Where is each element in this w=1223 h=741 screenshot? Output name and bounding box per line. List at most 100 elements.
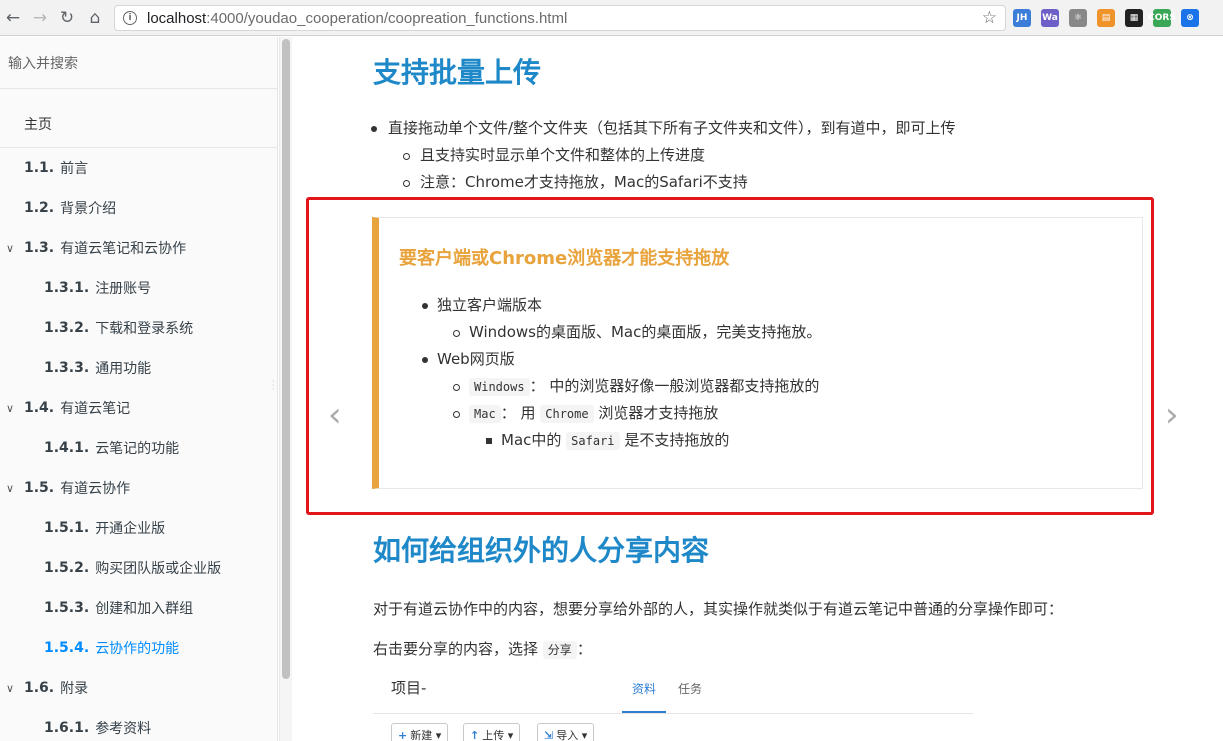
- feed-extension-icon[interactable]: ▤: [1097, 9, 1115, 27]
- sidebar-item-label: 有道云笔记: [60, 401, 131, 417]
- jh-extension-icon[interactable]: JH: [1013, 9, 1031, 27]
- import-icon: ⇲: [544, 728, 554, 741]
- new-button: + 新建 ▾: [391, 723, 449, 741]
- sidebar-item-number: 1.4.1.: [44, 440, 90, 456]
- list-item-text: 是不支持拖放的: [624, 431, 730, 449]
- sidebar-item-number: 1.2.: [24, 200, 55, 216]
- scrollbar-thumb[interactable]: [282, 39, 290, 679]
- sidebar-item-1-3[interactable]: ∨ 1.3. 有道云笔记和云协作: [0, 228, 277, 268]
- sidebar-item-1-3-2[interactable]: 1.3.2. 下载和登录系统: [0, 308, 277, 348]
- sidebar-item-label: 有道云协作: [60, 481, 131, 497]
- sidebar-item-number: 1.3.: [24, 240, 55, 256]
- browser-toolbar: ← → ↻ ⌂ i localhost :4000/youdao_coopera…: [0, 0, 1223, 36]
- sidebar: 输入并搜索 主页 1.1. 前言 1.2. 背景介绍 ∨ 1.3. 有道云笔记和云协作 1.3…: [0, 37, 278, 741]
- main-content: 支持批量上传 直接拖动单个文件/整个文件夹（包括其下所有子文件夹和文件），到有道…: [292, 37, 1223, 741]
- upload-button: ↑ 上传 ▾: [463, 723, 521, 741]
- paragraph-text: 右击要分享的内容，选择: [373, 640, 539, 658]
- embedded-screenshot: 项目- 资料 任务 + 新建 ▾ ↑ 上传 ▾ ⇲ 导入 ▾: [373, 677, 973, 741]
- callout-title: 要客户端或Chrome浏览器才能支持拖放: [399, 248, 730, 269]
- reload-icon[interactable]: ↻: [54, 5, 80, 31]
- list-item: Mac中的 Safari 是不支持拖放的: [437, 427, 821, 454]
- list-item: 注意：Chrome才支持拖放，Mac的Safari不支持: [388, 169, 956, 196]
- sidebar-item-1-6-1[interactable]: 1.6.1. 参考资料: [0, 708, 277, 741]
- sidebar-item-number: 1.5.3.: [44, 600, 90, 616]
- inline-code: Safari: [566, 432, 620, 450]
- sidebar-item-1-4[interactable]: ∨ 1.4. 有道云笔记: [0, 388, 277, 428]
- upload-bullet-list: 直接拖动单个文件/整个文件夹（包括其下所有子文件夹和文件），到有道中，即可上传且…: [371, 115, 956, 196]
- import-button-label: 导入: [556, 729, 579, 741]
- sidebar-item-1-1[interactable]: 1.1. 前言: [0, 148, 277, 188]
- sidebar-item-number: 1.5.1.: [44, 520, 90, 536]
- sidebar-item-number: 1.3.2.: [44, 320, 90, 336]
- chevron-down-icon[interactable]: ∨: [6, 482, 14, 495]
- sidebar-scrollbar[interactable]: [279, 37, 292, 741]
- sidebar-item-1-2[interactable]: 1.2. 背景介绍: [0, 188, 277, 228]
- sidebar-item-number: 1.5.4.: [44, 640, 90, 656]
- list-item: Web网页版: [421, 346, 821, 373]
- sidebar-item-number: 1.5.: [24, 480, 55, 496]
- sidebar-item-number: 1.3.1.: [44, 280, 90, 296]
- sidebar-item-label: 有道云笔记和云协作: [60, 241, 187, 257]
- list-item: 独立客户端版本: [421, 292, 821, 319]
- project-title: 项目-: [391, 679, 427, 697]
- sidebar-resize-handle[interactable]: · · ·: [272, 378, 276, 394]
- sidebar-item-number: 1.3.3.: [44, 360, 90, 376]
- sidebar-item-number: 1.6.1.: [44, 720, 90, 736]
- upload-icon: ↑: [470, 728, 480, 741]
- sidebar-item-1-4-1[interactable]: 1.4.1. 云笔记的功能: [0, 428, 277, 468]
- paragraph: 对于有道云协作中的内容，想要分享给外部的人，其实操作就类似于有道云笔记中普通的分…: [373, 600, 1064, 618]
- sidebar-item-number: 1.4.: [24, 400, 55, 416]
- list-item-text: ： 中的浏览器好像一般浏览器都支持拖放的: [529, 377, 820, 395]
- translate-extension-icon[interactable]: ⊗: [1181, 9, 1199, 27]
- list-item: Mac： 用 Chrome 浏览器才支持拖放: [437, 400, 821, 427]
- sidebar-item-1-5-4[interactable]: 1.5.4. 云协作的功能: [0, 628, 277, 668]
- inline-code: Chrome: [540, 405, 594, 423]
- sidebar-item-1-6[interactable]: ∨ 1.6. 附录: [0, 668, 277, 708]
- chevron-down-icon[interactable]: ∨: [6, 402, 14, 415]
- next-page-chevron-icon[interactable]: ›: [1165, 395, 1179, 435]
- sidebar-item-1-5-2[interactable]: 1.5.2. 购买团队版或企业版: [0, 548, 277, 588]
- sidebar-item-label: 创建和加入群组: [95, 601, 194, 617]
- home-icon[interactable]: ⌂: [82, 5, 108, 31]
- react-devtools-icon[interactable]: ⚛: [1069, 9, 1087, 27]
- new-button-label: 新建: [410, 729, 433, 741]
- list-item: Windows： 中的浏览器好像一般浏览器都支持拖放的: [437, 373, 821, 400]
- wappalyzer-icon[interactable]: Wa: [1041, 9, 1059, 27]
- sidebar-item-number: 1.5.2.: [44, 560, 90, 576]
- sidebar-item-label: 前言: [60, 161, 89, 177]
- cors-extension-icon[interactable]: CORS: [1148, 9, 1176, 27]
- tab-docs: 资料: [632, 682, 657, 696]
- chevron-down-icon[interactable]: ∨: [6, 242, 14, 255]
- sidebar-item-label: 购买团队版或企业版: [95, 561, 222, 577]
- sidebar-item-label: 背景介绍: [60, 201, 117, 217]
- sidebar-item-1-5-3[interactable]: 1.5.3. 创建和加入群组: [0, 588, 277, 628]
- address-bar[interactable]: i localhost :4000/youdao_cooperation/coo…: [114, 5, 1006, 31]
- callout-list: 独立客户端版本 Windows的桌面版、Mac的桌面版，完美支持拖放。 Web网…: [421, 292, 821, 454]
- forward-arrow-icon[interactable]: →: [27, 5, 53, 31]
- sidebar-item-label: 参考资料: [95, 721, 152, 737]
- table-of-contents: 1.1. 前言 1.2. 背景介绍 ∨ 1.3. 有道云笔记和云协作 1.3.1. 注册账号 1.…: [0, 148, 277, 741]
- sidebar-item-label: 云协作的功能: [95, 641, 180, 657]
- search-input[interactable]: 输入并搜索: [0, 37, 277, 89]
- list-item: 且支持实时显示单个文件和整体的上传进度: [388, 142, 956, 169]
- sidebar-item-home[interactable]: 主页: [0, 89, 277, 148]
- divider: [373, 713, 973, 714]
- paragraph: 右击要分享的内容，选择 分享：: [373, 638, 592, 659]
- qr-code-icon[interactable]: ▦: [1125, 9, 1143, 27]
- back-arrow-icon[interactable]: ←: [0, 5, 26, 31]
- section-heading-batch-upload: 支持批量上传: [373, 56, 542, 89]
- sidebar-item-label: 云笔记的功能: [95, 441, 180, 457]
- info-icon[interactable]: i: [123, 11, 137, 25]
- sidebar-item-1-5[interactable]: ∨ 1.5. 有道云协作: [0, 468, 277, 508]
- url-host: localhost: [147, 9, 207, 27]
- sidebar-item-1-3-3[interactable]: 1.3.3. 通用功能: [0, 348, 277, 388]
- bookmark-star-icon[interactable]: ☆: [982, 8, 997, 28]
- url-path: :4000/youdao_cooperation/coopreation_fun…: [206, 9, 568, 27]
- chevron-down-icon[interactable]: ∨: [6, 682, 14, 695]
- sidebar-item-1-3-1[interactable]: 1.3.1. 注册账号: [0, 268, 277, 308]
- list-item-text: Mac中的: [501, 431, 562, 449]
- section-heading-share: 如何给组织外的人分享内容: [373, 534, 710, 567]
- prev-page-chevron-icon[interactable]: ‹: [328, 395, 342, 435]
- sidebar-item-1-5-1[interactable]: 1.5.1. 开通企业版: [0, 508, 277, 548]
- list-item-text: ： 用: [500, 404, 536, 422]
